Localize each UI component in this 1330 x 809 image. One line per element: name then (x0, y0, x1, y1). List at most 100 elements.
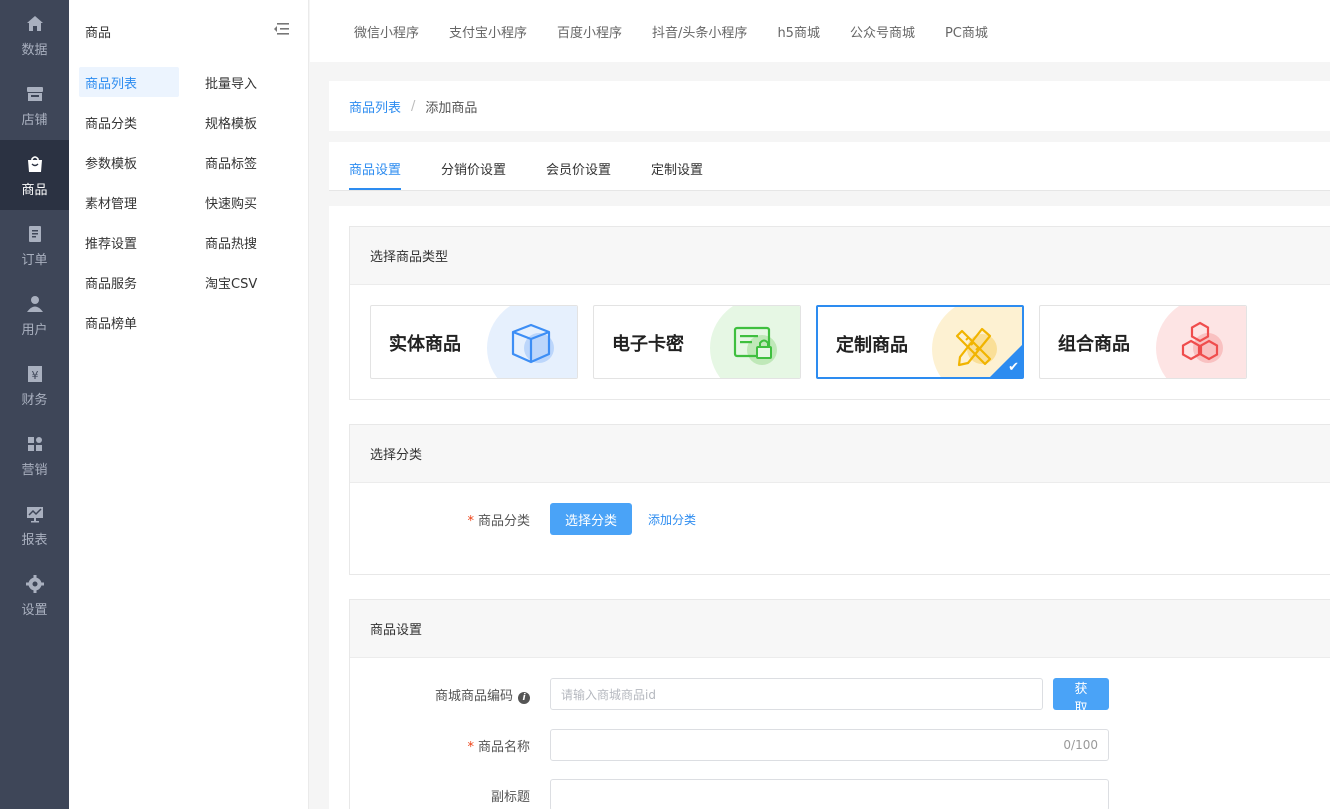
sub-nav-item-recommend[interactable]: 推荐设置 (79, 227, 179, 257)
nav-settings[interactable]: 设置 (0, 560, 69, 630)
card-title: 商品设置 (350, 600, 1330, 658)
sub-nav-title: 商品 (85, 25, 112, 41)
goods-type-card: 选择商品类型 实体商品 电子卡密 定制商品 ✔ 组合商品 (349, 226, 1330, 400)
breadcrumb: 商品列表 / 添加商品 (329, 81, 1330, 131)
nav-orders[interactable]: 订单 (0, 210, 69, 280)
select-category-button[interactable]: 选择分类 (550, 503, 633, 535)
nav-label: 数据 (21, 42, 48, 58)
sub-nav-item-param-template[interactable]: 参数模板 (79, 147, 179, 177)
yen-icon: ¥ (24, 363, 46, 385)
tab-alipay-mini[interactable]: 支付宝小程序 (449, 22, 527, 41)
goods-type-bundle[interactable]: 组合商品 (1039, 305, 1247, 379)
grid-icon (24, 433, 46, 455)
required-mark: * (467, 513, 474, 529)
name-label: * 商品名称 (467, 739, 530, 755)
category-label: * 商品分类 (467, 513, 530, 529)
goods-code-input[interactable]: 请输入商城商品id (550, 678, 1043, 710)
subtitle-label: 副标题 (490, 789, 530, 805)
tab-member-price[interactable]: 会员价设置 (546, 159, 611, 190)
sub-nav-list: 商品列表 批量导入 商品分类 规格模板 参数模板 商品标签 素材管理 快速购买 … (69, 62, 308, 342)
category-card: 选择分类 * 商品分类 选择分类 添加分类 (349, 424, 1330, 575)
nav-label: 店铺 (21, 112, 48, 128)
goods-type-card-key[interactable]: 电子卡密 (593, 305, 801, 379)
nav-label: 营销 (21, 462, 48, 478)
breadcrumb-current: 添加商品 (425, 100, 478, 116)
tab-official-account[interactable]: 公众号商城 (850, 22, 915, 41)
sub-nav-item-quick-buy[interactable]: 快速购买 (199, 187, 299, 217)
tab-wechat-mini[interactable]: 微信小程序 (354, 22, 419, 41)
nav-label: 商品 (21, 182, 48, 198)
goods-type-name: 电子卡密 (612, 334, 684, 355)
nav-users[interactable]: 用户 (0, 280, 69, 350)
primary-sidebar: 数据 店铺 商品 订单 用户 ¥ 财务 营销 报表 设置 (0, 0, 69, 809)
goods-type-physical[interactable]: 实体商品 (370, 305, 578, 379)
main-content: 选择商品类型 实体商品 电子卡密 定制商品 ✔ 组合商品 选择分类 * 商品分类… (329, 206, 1330, 809)
box-icon (511, 323, 554, 364)
nav-label: 用户 (21, 322, 48, 338)
sub-nav-item-taobao-csv[interactable]: 淘宝CSV (199, 267, 299, 297)
info-icon[interactable]: i (518, 691, 530, 704)
sub-nav-item-tags[interactable]: 商品标签 (199, 147, 299, 177)
goods-type-list: 实体商品 电子卡密 定制商品 ✔ 组合商品 (350, 285, 1330, 379)
bag-icon (24, 153, 46, 175)
goods-name-input[interactable]: 0/100 (550, 729, 1109, 761)
sub-nav-item-hot-search[interactable]: 商品热搜 (199, 227, 299, 257)
sub-nav-item-bulk-import[interactable]: 批量导入 (199, 67, 299, 97)
home-icon (24, 13, 46, 35)
goods-type-name: 组合商品 (1058, 334, 1130, 355)
nav-store[interactable]: 店铺 (0, 70, 69, 140)
sub-nav-item-category[interactable]: 商品分类 (79, 107, 179, 137)
secondary-sidebar: 商品 商品列表 批量导入 商品分类 规格模板 参数模板 商品标签 素材管理 快速… (69, 0, 309, 809)
breadcrumb-separator: / (411, 98, 416, 114)
char-counter: 0/100 (1063, 738, 1098, 752)
nav-goods[interactable]: 商品 (0, 140, 69, 210)
document-icon (24, 223, 46, 245)
nav-label: 订单 (21, 252, 48, 268)
hexagons-icon (1181, 321, 1223, 363)
nav-finance[interactable]: ¥ 财务 (0, 350, 69, 420)
tab-goods-settings[interactable]: 商品设置 (349, 159, 402, 190)
card-title: 选择商品类型 (350, 227, 1330, 285)
tab-douyin-mini[interactable]: 抖音/头条小程序 (652, 22, 747, 41)
nav-label: 设置 (21, 602, 48, 618)
collapse-menu-icon[interactable] (272, 21, 290, 41)
sub-nav-item-spec-template[interactable]: 规格模板 (199, 107, 299, 137)
fetch-button[interactable]: 获取 (1053, 678, 1109, 716)
sub-nav-item-services[interactable]: 商品服务 (79, 267, 179, 297)
store-icon (24, 83, 46, 105)
tab-baidu-mini[interactable]: 百度小程序 (557, 22, 622, 41)
subtitle-row: 副标题 (350, 779, 1330, 809)
chart-icon (24, 503, 46, 525)
tab-distribution-price[interactable]: 分销价设置 (441, 159, 506, 190)
sub-nav-item-goods-list[interactable]: 商品列表 (79, 67, 179, 97)
sub-nav-item-ranking[interactable]: 商品榜单 (79, 307, 179, 337)
nav-label: 财务 (21, 392, 48, 408)
name-row: * 商品名称 0/100 (350, 729, 1330, 761)
breadcrumb-parent-link[interactable]: 商品列表 (349, 97, 401, 116)
sub-nav-header: 商品 (69, 0, 308, 62)
goods-type-name: 定制商品 (836, 335, 908, 356)
card-lock-icon (733, 326, 777, 365)
subtitle-input[interactable] (550, 779, 1109, 809)
tab-h5[interactable]: h5商城 (777, 22, 820, 41)
goods-settings-card: 商品设置 商城商品编码 i 请输入商城商品id 获取 * 商品名称 0/100 副标… (349, 599, 1330, 809)
user-icon (24, 293, 46, 315)
code-label: 商城商品编码 i (350, 685, 550, 704)
required-mark: * (467, 739, 474, 755)
code-row: 商城商品编码 i 请输入商城商品id 获取 (350, 678, 1330, 716)
channel-tabs: 微信小程序 支付宝小程序 百度小程序 抖音/头条小程序 h5商城 公众号商城 P… (310, 0, 1330, 62)
svg-text:¥: ¥ (31, 369, 38, 382)
tab-pc[interactable]: PC商城 (945, 22, 988, 41)
goods-type-custom[interactable]: 定制商品 ✔ (816, 305, 1024, 379)
goods-type-name: 实体商品 (389, 334, 461, 355)
nav-marketing[interactable]: 营销 (0, 420, 69, 490)
sub-nav-item-materials[interactable]: 素材管理 (79, 187, 179, 217)
gear-icon (24, 573, 46, 595)
category-row: * 商品分类 选择分类 添加分类 (350, 503, 1330, 535)
nav-data[interactable]: 数据 (0, 0, 69, 70)
nav-reports[interactable]: 报表 (0, 490, 69, 560)
add-category-link[interactable]: 添加分类 (648, 511, 696, 528)
check-icon: ✔ (1008, 360, 1019, 375)
tab-custom-settings[interactable]: 定制设置 (651, 159, 703, 190)
content-tabs: 商品设置 分销价设置 会员价设置 定制设置 (329, 142, 1330, 191)
